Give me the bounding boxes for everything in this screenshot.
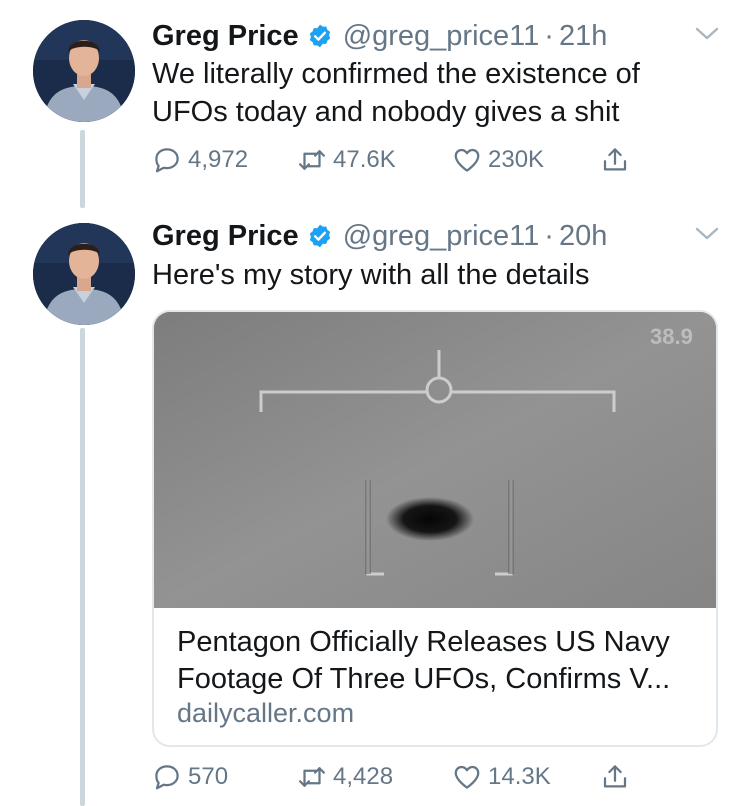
- retweet-button[interactable]: 47.6K: [297, 140, 396, 180]
- share-icon: [603, 765, 627, 788]
- tweet-text: Here's my story with all the details: [152, 259, 590, 291]
- share-button[interactable]: [600, 140, 636, 180]
- reply-button[interactable]: 570: [152, 757, 228, 797]
- ufo-footage-image: 38.9: [154, 312, 716, 608]
- like-count: 14.3K: [488, 763, 551, 790]
- like-count: 230K: [488, 146, 545, 173]
- reply-icon: [155, 765, 179, 790]
- avatar-image: [33, 223, 135, 325]
- reply-count: 570: [188, 763, 229, 790]
- display-name[interactable]: Greg Price: [152, 20, 299, 53]
- share-icon: [603, 148, 627, 171]
- timestamp[interactable]: 21h: [559, 20, 607, 53]
- hud-readout: 38.9: [650, 324, 693, 349]
- retweet-count: 4,428: [333, 763, 394, 790]
- link-card[interactable]: 38.9 Pentagon Officially Releases US Nav…: [152, 310, 718, 747]
- tweet-actions: 4,972 47.6K 230K: [152, 140, 652, 180]
- reply-button[interactable]: 4,972: [152, 140, 248, 180]
- like-icon: [454, 148, 480, 172]
- card-image[interactable]: 38.9: [154, 312, 716, 608]
- avatar[interactable]: [33, 20, 135, 122]
- verified-badge-icon: [309, 24, 330, 48]
- retweet-count: 47.6K: [333, 146, 396, 173]
- chevron-down-icon[interactable]: [692, 24, 722, 44]
- card-domain: dailycaller.com: [177, 698, 355, 728]
- like-button[interactable]: 230K: [452, 140, 544, 180]
- reply-icon: [155, 148, 179, 173]
- handle[interactable]: @greg_price11: [343, 220, 540, 253]
- chevron-down-icon[interactable]: [692, 224, 722, 244]
- verified-badge-icon: [309, 224, 330, 248]
- like-button[interactable]: 14.3K: [452, 757, 551, 797]
- timestamp[interactable]: 20h: [559, 220, 607, 253]
- separator-dot: ·: [544, 219, 554, 252]
- retweet-icon: [299, 767, 325, 787]
- tweet-1[interactable]: Greg Price @greg_price11 · 21h We litera…: [0, 16, 750, 186]
- tweet-header: Greg Price @greg_price11 · 21h: [152, 16, 607, 56]
- retweet-button[interactable]: 4,428: [297, 757, 393, 797]
- tweet-actions: 570 4,428 14.3K: [152, 757, 652, 797]
- handle[interactable]: @greg_price11: [343, 20, 540, 53]
- share-button[interactable]: [600, 757, 636, 797]
- retweet-icon: [299, 150, 325, 170]
- display-name[interactable]: Greg Price: [152, 220, 299, 253]
- avatar-image: [33, 20, 135, 122]
- reply-count: 4,972: [188, 146, 249, 173]
- separator-dot: ·: [544, 19, 554, 52]
- tweet-header: Greg Price @greg_price11 · 20h: [152, 216, 607, 256]
- like-icon: [454, 765, 480, 789]
- card-title[interactable]: Pentagon Officially Releases US Navy Foo…: [177, 624, 707, 698]
- tweet-text: We literally confirmed the existence of …: [152, 58, 640, 128]
- avatar[interactable]: [33, 223, 135, 325]
